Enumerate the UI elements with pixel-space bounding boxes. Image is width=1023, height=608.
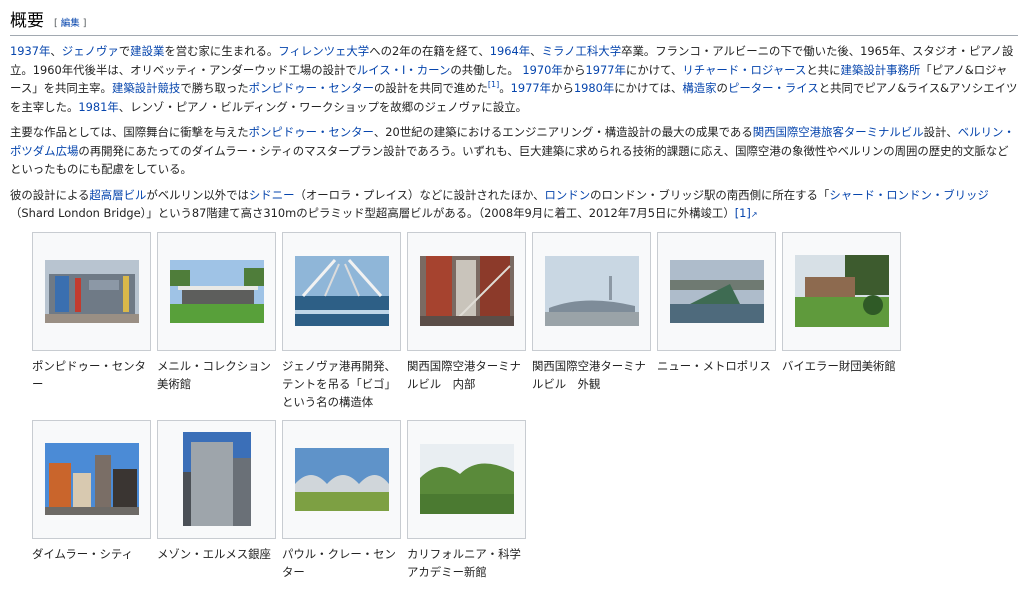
gallery-thumb[interactable]	[782, 231, 901, 351]
gallery-thumb[interactable]	[32, 419, 151, 539]
link-richard-rogers[interactable]: リチャード・ロジャース	[682, 63, 806, 77]
link-1977[interactable]: 1977年	[586, 63, 626, 77]
link-construction[interactable]: 建設業	[130, 44, 164, 58]
link-1981[interactable]: 1981年	[78, 100, 118, 114]
gallery-item: 関西国際空港ターミナルビル 外観	[532, 231, 651, 420]
cal-academy-image	[419, 444, 514, 514]
link-1964[interactable]: 1964年	[490, 44, 530, 58]
gallery-caption: メニル・コレクション美術館	[157, 358, 271, 391]
gallery-caption: ポンピドゥー・センター	[32, 358, 146, 391]
link-kansai-terminal[interactable]: 関西国際空港旅客ターミナルビル	[753, 125, 924, 139]
gallery-item: メゾン・エルメス銀座	[157, 419, 276, 608]
gallery-caption: カリフォルニア・科学アカデミー新館	[407, 546, 521, 579]
gallery-item: バイエラー財団美術館	[782, 231, 901, 420]
daimler-image	[44, 443, 139, 515]
link-structural-engineer[interactable]: 構造家	[682, 81, 716, 95]
link-louis-kahn[interactable]: ルイス・I・カーン	[357, 63, 451, 77]
link-sydney[interactable]: シドニー	[249, 188, 295, 202]
link-1970[interactable]: 1970年	[522, 63, 562, 77]
gallery-item: カリフォルニア・科学アカデミー新館	[407, 419, 526, 608]
link-architecture-firm[interactable]: 建築設計事務所	[841, 63, 921, 77]
kansai-exterior-image	[544, 256, 639, 326]
gallery-item: ニュー・メトロポリス	[657, 231, 776, 420]
nemo-image	[669, 259, 764, 323]
gallery-caption: バイエラー財団美術館	[782, 358, 896, 373]
section-title: 概要	[10, 11, 44, 31]
gallery-thumb[interactable]	[657, 231, 776, 351]
gallery-caption: 関西国際空港ターミナルビル 外観	[532, 358, 646, 391]
gallery-caption: メゾン・エルメス銀座	[157, 546, 271, 561]
gallery-thumb[interactable]	[157, 231, 276, 351]
gallery-thumb[interactable]	[407, 231, 526, 351]
bigo-image	[294, 256, 389, 326]
gallery-thumb[interactable]	[407, 419, 526, 539]
link-genova[interactable]: ジェノヴァ	[62, 44, 119, 58]
gallery-item: パウル・クレー・センター	[282, 419, 401, 608]
link-1980[interactable]: 1980年	[574, 81, 614, 95]
gallery-item: ポンピドゥー・センター	[32, 231, 151, 420]
gallery-caption: ニュー・メトロポリス	[657, 358, 771, 373]
link-polimi[interactable]: ミラノ工科大学	[542, 44, 622, 58]
gallery-thumb[interactable]	[157, 419, 276, 539]
kansai-interior-image	[419, 256, 514, 326]
link-shard[interactable]: シャード・ロンドン・ブリッジ	[829, 188, 988, 202]
gallery-thumb[interactable]	[532, 231, 651, 351]
paragraph-works: 主要な作品としては、国際舞台に衝撃を与えたポンピドゥー・センター、20世紀の建築…	[10, 125, 1015, 176]
link-1937[interactable]: 1937年	[10, 44, 50, 58]
citation-1[interactable]: [1]	[488, 80, 499, 89]
pompidou-image	[44, 259, 139, 323]
gallery-caption: 関西国際空港ターミナルビル 内部	[407, 358, 521, 391]
menil-image	[169, 259, 264, 323]
gallery-thumb[interactable]	[282, 231, 401, 351]
edit-section: [ 編集 ]	[54, 18, 87, 29]
image-gallery: ポンピドゥー・センター メニル・コレクション美術館 ジェノヴァ港再開発、テントを…	[32, 231, 1022, 608]
gallery-thumb[interactable]	[282, 419, 401, 539]
link-pompidou[interactable]: ポンピドゥー・センター	[249, 81, 374, 95]
gallery-caption: ジェノヴァ港再開発、テントを吊る「ビゴ」という名の構造体	[282, 358, 396, 409]
link-peter-rice[interactable]: ピーター・ライス	[728, 81, 819, 95]
external-citation-1[interactable]: [1]	[735, 206, 751, 220]
link-competition[interactable]: 建築設計競技	[112, 81, 180, 95]
paragraph-skyscrapers: 彼の設計による超高層ビルがベルリン以外ではシドニー（オーロラ・プレイス）などに設…	[10, 187, 989, 221]
gallery-item: ダイムラー・シティ	[32, 419, 151, 608]
klee-image	[294, 447, 389, 511]
paragraph-history: 1937年、ジェノヴァで建設業を営む家に生まれる。フィレンツェ大学への2年の在籍…	[10, 44, 1018, 114]
section-heading: 概要 [ 編集 ]	[10, 6, 1018, 36]
gallery-item: メニル・コレクション美術館	[157, 231, 276, 420]
gallery-caption: ダイムラー・シティ	[32, 546, 134, 561]
link-1977b[interactable]: 1977年	[511, 81, 551, 95]
edit-link[interactable]: 編集	[61, 18, 80, 29]
article-content: 概要 [ 編集 ] 1937年、ジェノヴァで建設業を営む家に生まれる。フィレンツ…	[10, 6, 1018, 608]
gallery-caption: パウル・クレー・センター	[282, 546, 396, 579]
link-london[interactable]: ロンドン	[545, 188, 591, 202]
external-link-icon: ↗	[750, 210, 758, 219]
hermes-image	[182, 432, 251, 526]
link-florence-univ[interactable]: フィレンツェ大学	[278, 44, 369, 58]
gallery-item: ジェノヴァ港再開発、テントを吊る「ビゴ」という名の構造体	[282, 231, 401, 420]
link-skyscraper[interactable]: 超高層ビル	[89, 188, 146, 202]
gallery-thumb[interactable]	[32, 231, 151, 351]
link-pompidou-2[interactable]: ポンピドゥー・センター	[249, 125, 374, 139]
gallery-item: 関西国際空港ターミナルビル 内部	[407, 231, 526, 420]
beyeler-image	[794, 255, 889, 327]
